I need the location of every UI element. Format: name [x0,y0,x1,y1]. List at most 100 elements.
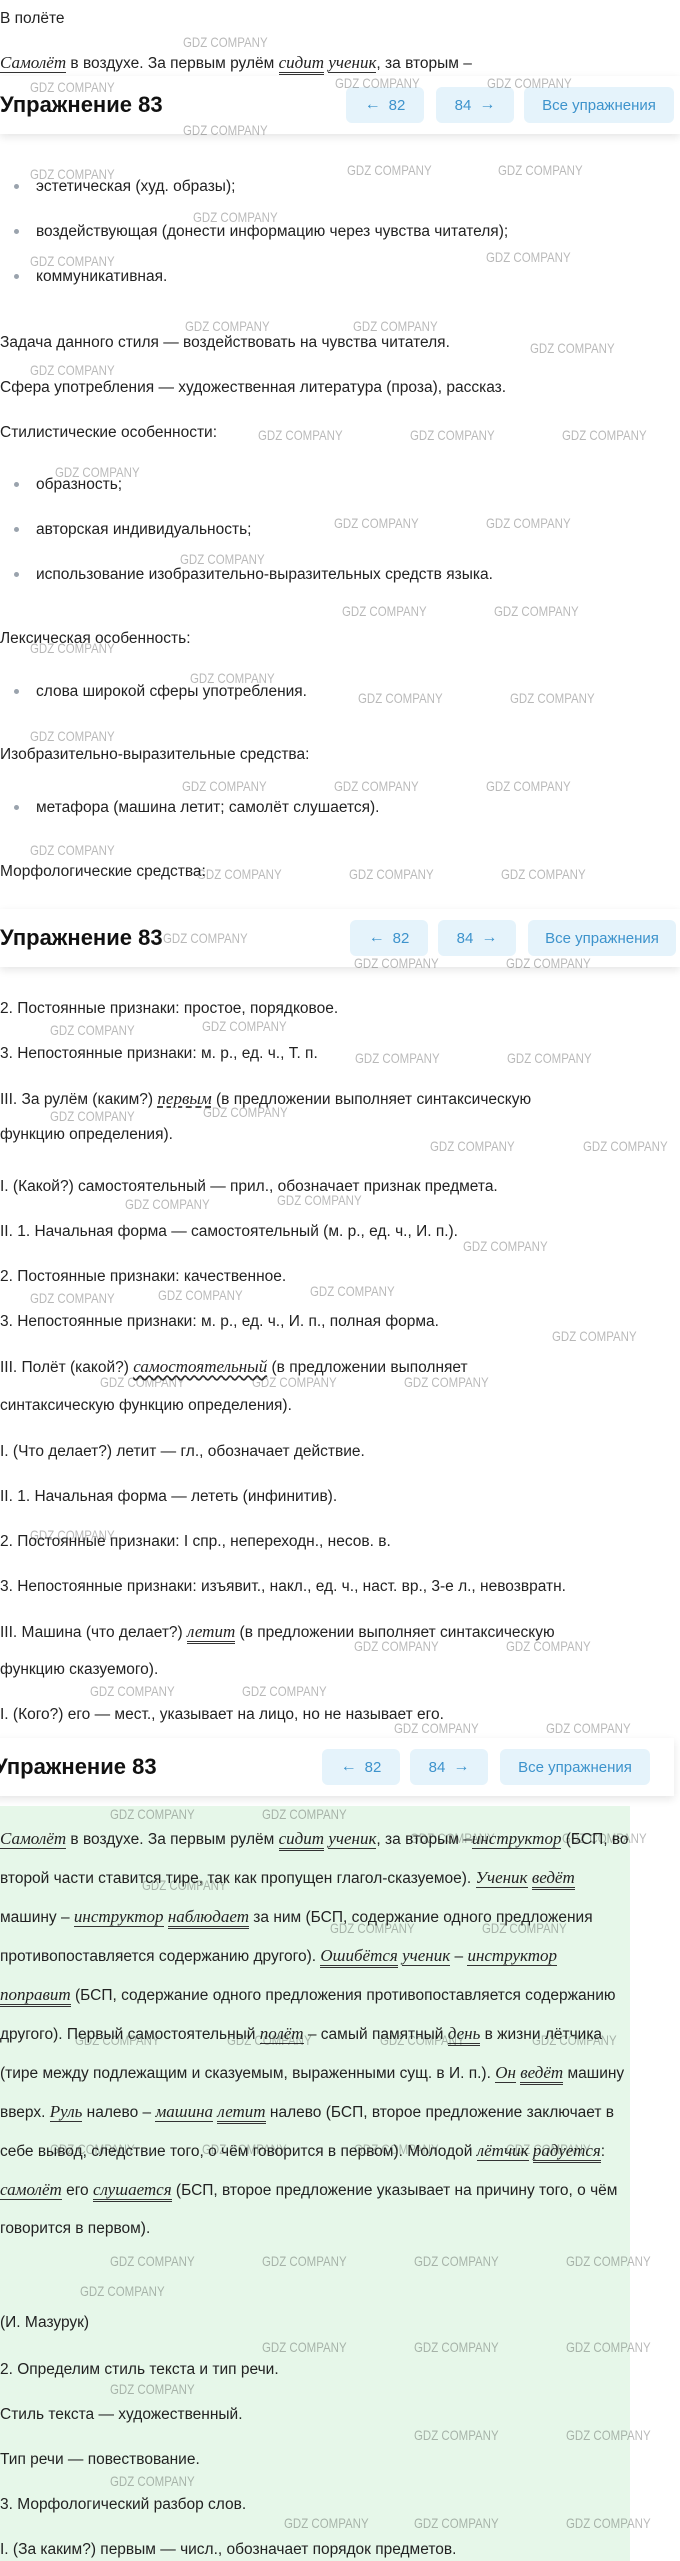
subject-word: ученик [328,1829,377,1849]
list-item: метафора (машина летит; самолёт слушаетс… [0,797,379,818]
text-fragment: в воздухе. За первым рулём [66,1831,279,1848]
watermark: GDZ COMPANY [242,1683,327,1699]
all-exercises-button[interactable]: Все упражнения [524,87,674,123]
watermark: GDZ COMPANY [30,362,115,378]
analysis-line: I. (За каким?) первым — числ., обозначае… [0,2541,457,2558]
stylistic-heading: Стилистические особенности: [0,424,218,441]
watermark: GDZ COMPANY [342,603,427,619]
prev-exercise-button[interactable]: ← 82 [322,1749,400,1785]
next-exercise-button[interactable]: 84 → [410,1749,488,1785]
lexical-list: слова широкой сферы употребления. [0,681,307,702]
text-fragment: , за вторым – [376,1831,472,1848]
text-fragment: III. За рулём (каким?) [0,1091,158,1108]
watermark: GDZ COMPANY [50,1022,135,1038]
analysis-line: I. (Кого?) его — мест., указывает на лиц… [0,1706,444,1723]
text-title: В полёте [0,10,65,27]
analysis-line: синтаксическую функцию определения). [0,1397,292,1414]
analysis-line: II. 1. Начальная форма — лететь (инфинит… [0,1488,338,1505]
list-item: слова широкой сферы употребления. [0,681,307,702]
text-line: Самолёт в воздухе. За первым рулём сидит… [0,52,680,75]
text-fragment: машину – [0,1909,74,1926]
predicate-word: летит [187,1622,236,1644]
analysis-line: 3. Непостоянные признаки: изъявит., накл… [0,1578,566,1595]
predicate-word: Ошибётся [320,1946,398,1968]
answer-block: Самолёт в воздухе. За первым рулём сидит… [0,1806,630,2561]
text-fragment: налево – [82,2104,156,2121]
list-item: эстетическая (худ. образы); [0,176,508,197]
watermark: GDZ COMPANY [125,1196,210,1212]
answer-paragraph: Самолёт в воздухе. За первым рулём сидит… [0,1820,630,2248]
attribute-word: самостоятельный [133,1357,268,1376]
watermark: GDZ COMPANY [30,842,115,858]
prev-exercise-button[interactable]: ← 82 [346,87,424,123]
style-task: Задача данного стиля — воздействовать на… [0,334,450,351]
predicate-word: день [447,2024,481,2046]
author-line: (И. Мазурук) [0,2314,90,2331]
analysis-line: функцию сказуемого). [0,1661,159,1678]
subject-word: полёт [259,2024,304,2044]
text-fragment: (в предложении выполняет [267,1359,468,1376]
attribute-word: первым [157,1089,212,1108]
expressive-heading: Изобразительно-выразительные средства: [0,746,310,763]
text-fragment: его [61,2182,93,2199]
subject-word: Самолёт [0,53,67,73]
all-label: Все упражнения [545,929,659,947]
watermark: GDZ COMPANY [30,728,115,744]
analysis-line: I. (Что делает?) летит — гл., обозначает… [0,1443,365,1460]
watermark: GDZ COMPANY [486,778,571,794]
analysis-line: III. За рулём (каким?) первым (в предлож… [0,1088,680,1110]
text-fragment: (в предложении выполняет синтаксическую [211,1091,532,1108]
arrow-right-icon: → [453,1758,470,1775]
watermark: GDZ COMPANY [358,690,443,706]
watermark: GDZ COMPANY [50,1108,135,1124]
arrow-left-icon: ← [340,1758,357,1775]
analysis-line: 2. Постоянные признаки: I спр., неперехо… [0,1533,391,1550]
arrow-left-icon: ← [364,96,381,113]
all-label: Все упражнения [518,1758,632,1776]
analysis-line: III. Полёт (какой?) самостоятельный (в п… [0,1356,680,1378]
text-fragment: : [600,2143,606,2160]
watermark: GDZ COMPANY [510,690,595,706]
prev-exercise-button[interactable]: ← 82 [350,920,428,956]
watermark: GDZ COMPANY [202,1018,287,1034]
arrow-left-icon: ← [368,929,385,946]
stylistic-list: образность; авторская индивидуальность; … [0,474,493,585]
predicate-word: радуется [532,2141,601,2163]
subject-word: ученик [328,53,377,73]
next-exercise-button[interactable]: 84 → [436,87,514,123]
expressive-list: метафора (машина летит; самолёт слушаетс… [0,797,379,818]
arrow-right-icon: → [481,929,498,946]
style-sphere: Сфера употребления — художественная лите… [0,379,507,396]
style-function-list: эстетическая (худ. образы); воздействующ… [0,176,508,287]
analysis-line: 2. Постоянные признаки: качественное. [0,1268,287,1285]
text-fragment: в воздухе. За первым рулём [66,55,279,72]
next-exercise-button[interactable]: 84 → [438,920,516,956]
subject-word: Руль [49,2102,83,2122]
prev-label: 82 [364,1758,382,1776]
exercise-navbar: Упражнение 83 ← 82 84 → Все упражнения [0,1738,674,1796]
subject-word: инструктор [467,1946,558,1966]
text-fragment: (в предложении выполняет синтаксическую [235,1624,555,1641]
predicate-word: сидит [278,1829,325,1851]
style-line: Стиль текста — художественный. [0,2406,243,2423]
subject-word: ученик [402,1946,451,1966]
predicate-word: ведёт [520,2063,564,2085]
exercise-navbar: Упражнение 83 ← 82 84 → Все упражнения [0,909,680,967]
arrow-right-icon: → [479,96,496,113]
all-exercises-button[interactable]: Все упражнения [528,920,676,956]
watermark: GDZ COMPANY [158,1287,243,1303]
morph-heading: Морфологические средства: [0,863,206,880]
analysis-line: 3. Непостоянные признаки: м. р., ед. ч.,… [0,1045,318,1062]
text-fragment: III. Машина (что делает?) [0,1624,188,1641]
subject-word: Самолёт [0,1829,67,1849]
exercise-title: Упражнение 83 [0,1754,157,1779]
watermark: GDZ COMPANY [183,34,268,50]
list-item: авторская индивидуальность; [0,519,493,540]
list-item: использование изобразительно-выразительн… [0,564,493,585]
predicate-word: сидит [278,53,325,75]
subject-word: самолёт [0,2180,62,2200]
analysis-line: II. 1. Начальная форма — самостоятельный… [0,1223,458,1240]
subject-word: инструктор [73,1907,164,1927]
analysis-line: I. (Какой?) самостоятельный — прил., обо… [0,1178,498,1195]
all-exercises-button[interactable]: Все упражнения [500,1749,650,1785]
